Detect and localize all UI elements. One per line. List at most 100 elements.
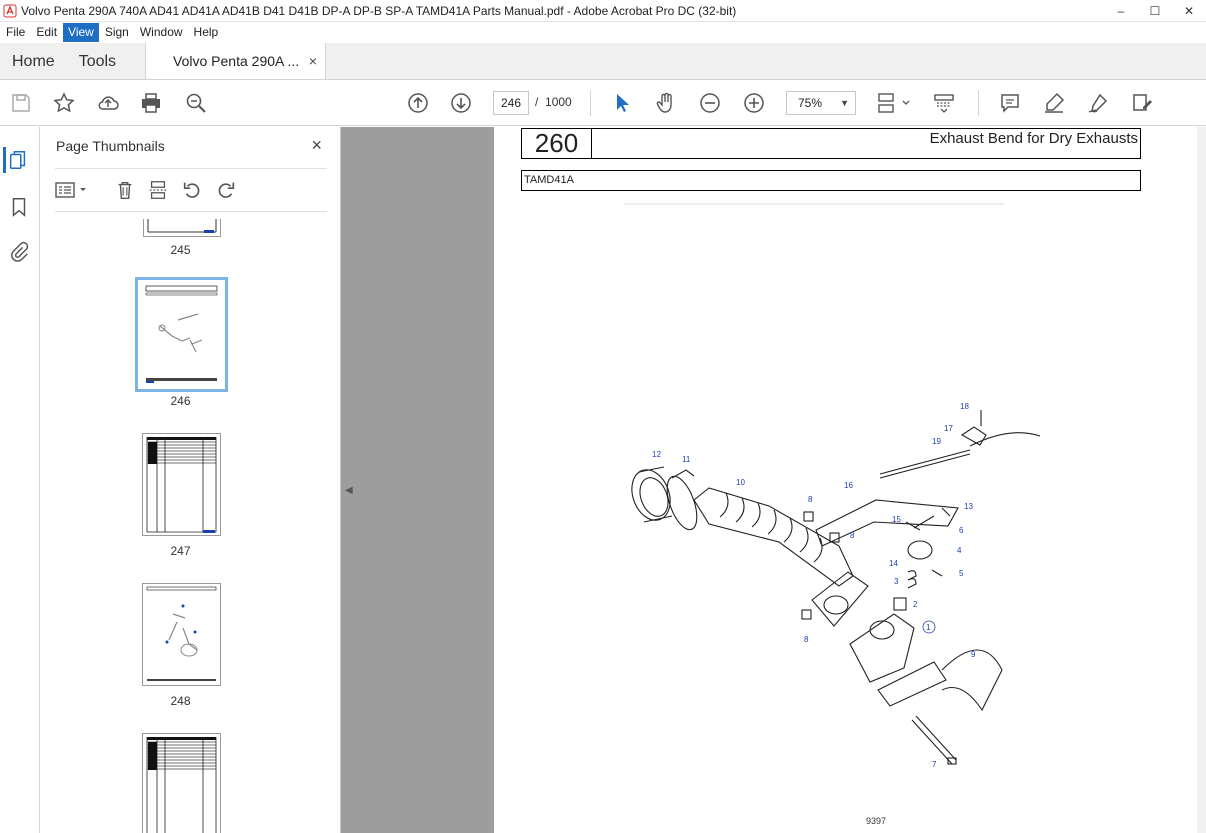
extract-page-icon[interactable]: [145, 177, 171, 203]
thumbnail-page[interactable]: [142, 583, 221, 686]
drawing-number: 9397: [866, 816, 887, 826]
close-window-button[interactable]: ✕: [1172, 0, 1206, 22]
callout-label: 17: [944, 424, 953, 433]
callout-label: 8: [804, 635, 809, 644]
total-pages: 1000: [545, 95, 572, 109]
thumbnails-panel: Page Thumbnails × 245 246 247 248: [40, 127, 374, 833]
tab-close-button[interactable]: ×: [309, 43, 317, 80]
page-separator: /: [535, 95, 539, 109]
callout-label: 9: [971, 650, 976, 659]
menu-window[interactable]: Window: [135, 23, 188, 42]
chevron-down-icon: ▼: [840, 98, 849, 108]
hand-tool-icon[interactable]: [653, 90, 679, 116]
zoom-search-icon[interactable]: [183, 90, 209, 116]
next-page-icon[interactable]: [448, 90, 474, 116]
model-label: TAMD41A: [521, 170, 1141, 191]
thumbnail-label: 245: [170, 243, 191, 257]
page-thumbnails-icon[interactable]: [3, 147, 29, 173]
callout-label: 1: [926, 623, 931, 632]
title-bar: Volvo Penta 290A 740A AD41 AD41A AD41B D…: [0, 0, 1206, 22]
page-count: / 1000: [535, 95, 572, 109]
zoom-select[interactable]: 75% ▼: [786, 91, 856, 115]
scroll-mode-icon[interactable]: [931, 90, 957, 116]
cloud-upload-icon[interactable]: [95, 90, 121, 116]
zoom-out-icon[interactable]: [697, 90, 723, 116]
menu-file[interactable]: File: [1, 23, 30, 42]
left-rail: [0, 127, 40, 833]
select-cursor-icon[interactable]: [609, 90, 635, 116]
toolbar-divider: [978, 90, 979, 116]
menu-edit[interactable]: Edit: [31, 23, 62, 42]
highlight-pen-icon[interactable]: [1041, 90, 1067, 116]
panel-close-button[interactable]: ×: [311, 135, 322, 156]
callout-label: 11: [682, 455, 691, 464]
thumbnail-page[interactable]: [142, 433, 221, 536]
section-number: 260: [522, 129, 592, 158]
menu-help[interactable]: Help: [189, 23, 224, 42]
toolbar-divider: [590, 90, 591, 116]
part-callouts: 18 17 19 12 11 10 16 8 8 15 13 6 4 14 5 …: [652, 402, 976, 769]
callout-label: 7: [932, 760, 937, 769]
callout-label: 3: [894, 577, 899, 586]
thumbnail-label: 248: [170, 694, 191, 708]
window-title: Volvo Penta 290A 740A AD41 AD41A AD41B D…: [21, 3, 737, 18]
tab-document[interactable]: Volvo Penta 290A ... ×: [145, 43, 327, 80]
tab-document-label: Volvo Penta 290A ...: [173, 53, 300, 69]
zoom-in-icon[interactable]: [741, 90, 767, 116]
delete-page-icon[interactable]: [112, 177, 138, 203]
save-icon[interactable]: [8, 90, 34, 116]
panel-divider: [55, 211, 327, 212]
thumbnail-label: 247: [170, 544, 191, 558]
comment-icon[interactable]: [997, 90, 1023, 116]
menu-bar: File Edit View Sign Window Help: [0, 22, 1206, 43]
thumbnail-page-selected[interactable]: [135, 277, 228, 392]
star-icon[interactable]: [51, 90, 77, 116]
thumbnail-label: 246: [170, 394, 191, 408]
bookmark-icon[interactable]: [6, 194, 32, 220]
zoom-value: 75%: [798, 96, 823, 110]
callout-label: 15: [892, 515, 901, 524]
section-title: Exhaust Bend for Dry Exhausts: [929, 130, 1138, 147]
callout-label: 14: [889, 559, 898, 568]
more-tools-icon[interactable]: [1129, 90, 1155, 116]
menu-sign[interactable]: Sign: [100, 23, 134, 42]
thumbnail-list: 245 246 247 248: [40, 219, 320, 833]
tab-tools[interactable]: Tools: [67, 43, 128, 79]
callout-label: 16: [844, 481, 853, 490]
fit-page-icon[interactable]: [876, 90, 912, 116]
callout-label: 2: [913, 600, 918, 609]
thumbnail-options-icon[interactable]: [54, 177, 90, 203]
tab-home[interactable]: Home: [0, 43, 67, 79]
panel-divider: [55, 168, 327, 169]
callout-label: 8: [850, 531, 855, 540]
tab-bar: Home Tools Volvo Penta 290A ... ×: [0, 43, 1206, 80]
callout-label: 12: [652, 450, 661, 459]
exploded-parts-drawing: 18 17 19 12 11 10 16 8 8 15 13 6 4 14 5 …: [624, 203, 1041, 769]
menu-view[interactable]: View: [63, 23, 99, 42]
callout-label: 19: [932, 437, 941, 446]
attachment-icon[interactable]: [6, 239, 32, 265]
panel-toolbar: [54, 177, 328, 203]
acrobat-icon: [3, 4, 17, 17]
maximize-button[interactable]: ☐: [1138, 0, 1172, 22]
document-scrollbar[interactable]: [1197, 127, 1206, 833]
thumbnail-page[interactable]: [142, 733, 221, 833]
minimize-button[interactable]: –: [1104, 0, 1138, 22]
callout-label: 4: [957, 546, 962, 555]
callout-label: 13: [964, 502, 973, 511]
rotate-left-icon[interactable]: [179, 177, 205, 203]
section-header: 260 Exhaust Bend for Dry Exhausts: [521, 128, 1141, 159]
print-icon[interactable]: [138, 90, 164, 116]
previous-page-icon[interactable]: [405, 90, 431, 116]
collapse-panel-icon[interactable]: ◀: [345, 485, 353, 496]
page-number-input[interactable]: 246: [493, 91, 529, 115]
sign-pen-icon[interactable]: [1085, 90, 1111, 116]
callout-label: 5: [959, 569, 964, 578]
rotate-right-icon[interactable]: [213, 177, 239, 203]
callout-label: 18: [960, 402, 969, 411]
main-toolbar: [0, 80, 1206, 126]
panel-title: Page Thumbnails: [56, 138, 165, 154]
thumbnail-page[interactable]: [143, 219, 221, 237]
callout-label: 6: [959, 526, 964, 535]
callout-label: 10: [736, 478, 745, 487]
